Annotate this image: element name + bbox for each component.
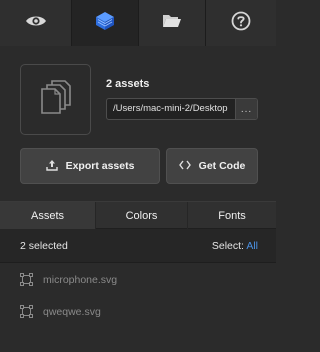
- export-path-value[interactable]: /Users/mac-mini-2/Desktop: [113, 103, 233, 114]
- top-toolbar: [0, 0, 276, 46]
- folder-open-icon: [162, 13, 182, 34]
- vector-frame-icon: [20, 273, 33, 291]
- copy-documents-icon: [40, 80, 71, 119]
- select-control: Select: All: [212, 240, 258, 252]
- tab-assets-export[interactable]: [72, 0, 139, 46]
- eye-icon: [25, 14, 47, 33]
- code-brackets-icon: [178, 160, 191, 173]
- asset-count: 2 assets: [106, 78, 150, 90]
- export-upload-icon: [45, 159, 58, 174]
- tab-help[interactable]: [206, 0, 276, 46]
- tab-preview[interactable]: [0, 0, 72, 46]
- vector-frame-icon: [20, 305, 33, 323]
- tab-assets[interactable]: Assets: [0, 202, 96, 230]
- tab-fonts[interactable]: Fonts: [188, 202, 276, 230]
- tab-folder[interactable]: [139, 0, 206, 46]
- export-assets-button[interactable]: Export assets: [20, 148, 160, 184]
- tab-colors[interactable]: Colors: [96, 202, 188, 230]
- assets-thumbnail: [20, 64, 91, 135]
- layers-box-icon: [94, 10, 116, 37]
- asset-name: microphone.svg: [43, 274, 118, 286]
- help-circle-icon: [231, 11, 251, 36]
- asset-name: qweqwe.svg: [43, 306, 101, 318]
- select-all-link[interactable]: All: [246, 240, 258, 252]
- export-assets-label: Export assets: [65, 160, 135, 172]
- get-code-button[interactable]: Get Code: [166, 148, 258, 184]
- list-item[interactable]: microphone.svg: [0, 264, 276, 296]
- select-label: Select:: [211, 240, 244, 252]
- list-item[interactable]: qweqwe.svg: [0, 296, 276, 328]
- selected-count: 2 selected: [20, 240, 68, 252]
- export-path-field[interactable]: /Users/mac-mini-2/Desktop ...: [106, 98, 258, 120]
- get-code-label: Get Code: [198, 160, 246, 172]
- section-tabs: Assets Colors Fonts: [0, 201, 276, 230]
- browse-path-button[interactable]: ...: [235, 99, 257, 119]
- selection-bar: 2 selected Select: All: [0, 229, 276, 263]
